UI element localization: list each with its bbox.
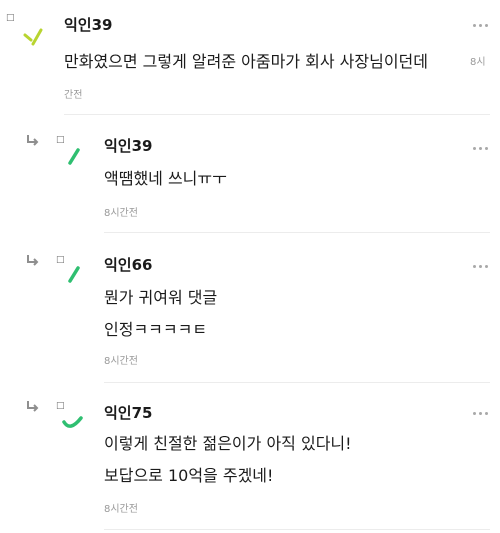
author-name[interactable]: 익인66 (104, 254, 152, 275)
reply-arrow-icon (27, 135, 39, 146)
more-dot (479, 147, 482, 150)
comment-text: 보답으로 10억을 주겠네! (104, 466, 274, 485)
more-options-button[interactable] (473, 264, 489, 270)
comment-text: 액땜했네 쓰니ㅠㅜ (104, 169, 227, 188)
image-placeholder-icon: □ (6, 13, 15, 23)
reply-arrow-icon (27, 401, 39, 412)
more-dot (479, 412, 482, 415)
timestamp: 8시간전 (104, 504, 138, 515)
more-options-button[interactable] (473, 146, 489, 152)
divider (64, 114, 490, 115)
timestamp: 8시 (470, 57, 486, 68)
avatar[interactable] (64, 264, 84, 286)
author-name[interactable]: 익인39 (104, 135, 152, 156)
image-placeholder-icon: □ (56, 135, 65, 145)
more-dot (473, 24, 476, 27)
more-dot (485, 265, 488, 268)
more-dot (485, 147, 488, 150)
more-dot (479, 24, 482, 27)
more-dot (485, 412, 488, 415)
timestamp: 8시간전 (104, 208, 138, 219)
avatar[interactable] (64, 146, 84, 168)
more-dot (479, 265, 482, 268)
timestamp: 간전 (64, 90, 83, 101)
author-name[interactable]: 익인39 (64, 14, 112, 35)
divider (104, 382, 490, 383)
avatar[interactable] (60, 412, 86, 436)
comment-text: 이렇게 친절한 젊은이가 아직 있다니! (104, 434, 352, 453)
divider (104, 232, 490, 233)
avatar[interactable] (22, 26, 46, 52)
image-placeholder-icon: □ (56, 401, 65, 411)
reply-arrow-icon (27, 255, 39, 266)
comment-text: 인정ㅋㅋㅋㅋㅌ (104, 320, 208, 339)
timestamp: 8시간전 (104, 356, 138, 367)
divider (104, 529, 490, 530)
comment-text: 만화였으면 그렇게 알려준 아줌마가 회사 사장님이던데 (64, 52, 428, 71)
comment-text: 뭔가 귀여워 댓글 (104, 288, 218, 307)
more-dot (473, 147, 476, 150)
more-dot (485, 24, 488, 27)
more-dot (473, 412, 476, 415)
more-options-button[interactable] (473, 23, 489, 29)
more-dot (473, 265, 476, 268)
more-options-button[interactable] (473, 411, 489, 417)
author-name[interactable]: 익인75 (104, 402, 152, 423)
